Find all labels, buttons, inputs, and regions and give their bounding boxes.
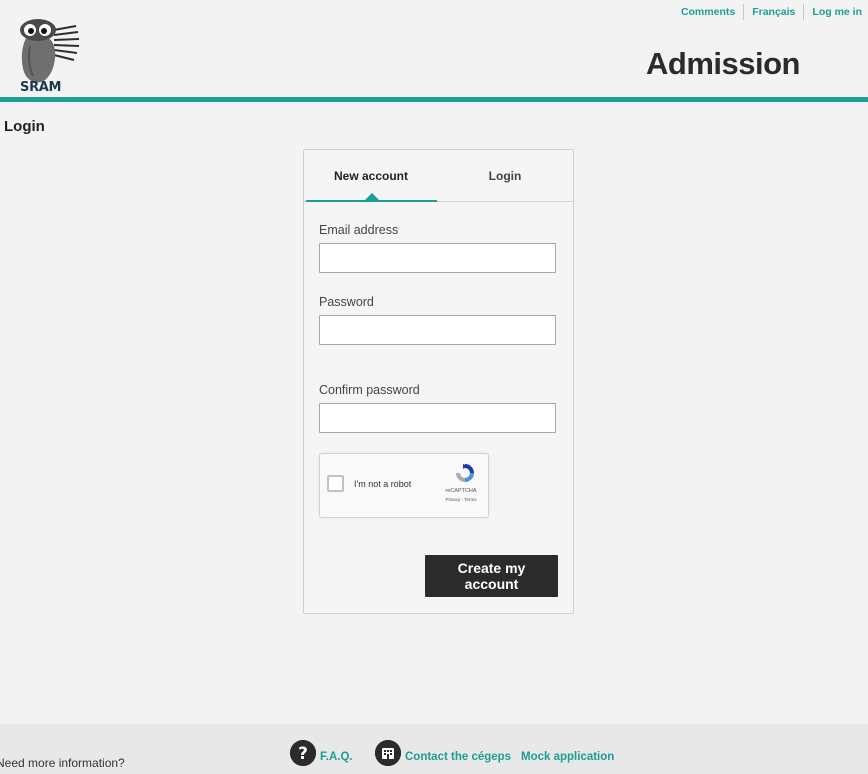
active-tab-caret <box>365 193 379 200</box>
contact-cegeps-link[interactable]: Contact the cégeps <box>405 751 511 763</box>
building-circle-icon[interactable] <box>375 740 401 766</box>
auth-tabs: New account Login <box>304 150 573 202</box>
faq-link[interactable]: F.A.Q. <box>320 751 353 763</box>
recaptcha-logo-icon <box>456 464 474 482</box>
create-account-button[interactable]: Create my account <box>425 555 558 597</box>
active-tab-indicator <box>306 200 437 202</box>
site-footer: Need more information? ? F.A.Q. Contact … <box>0 724 868 774</box>
top-links: Comments Français Log me in <box>673 4 862 20</box>
recaptcha-widget: I'm not a robot reCAPTCHA Privacy - Term… <box>319 453 489 518</box>
header-title: Admission <box>646 46 800 81</box>
question-circle-icon[interactable]: ? <box>290 740 316 766</box>
password-field[interactable] <box>319 315 556 345</box>
footer-info-text: Need more information? <box>0 756 125 770</box>
log-me-in-link[interactable]: Log me in <box>804 5 862 19</box>
comments-link[interactable]: Comments <box>673 5 743 19</box>
recaptcha-checkbox[interactable] <box>327 475 344 492</box>
logo-text: SRAM <box>20 80 62 95</box>
recaptcha-label: I'm not a robot <box>354 479 412 489</box>
recaptcha-brand: reCAPTCHA <box>445 488 477 494</box>
tab-login[interactable]: Login <box>438 150 572 201</box>
svg-text:?: ? <box>298 744 308 764</box>
recaptcha-terms-link[interactable]: Privacy - Terms <box>436 497 486 502</box>
page-title: Login <box>4 118 45 135</box>
confirm-password-field[interactable] <box>319 403 556 433</box>
mock-application-link[interactable]: Mock application <box>521 751 614 763</box>
auth-card: New account Login Email address Password… <box>303 149 574 614</box>
confirm-password-label: Confirm password <box>319 383 420 397</box>
email-label: Email address <box>319 223 399 237</box>
site-header: SRAM Comments Français Log me in Admissi… <box>0 0 868 97</box>
email-field[interactable] <box>319 243 556 273</box>
language-link[interactable]: Français <box>744 5 803 19</box>
header-accent-bar <box>0 97 868 102</box>
password-label: Password <box>319 295 374 309</box>
